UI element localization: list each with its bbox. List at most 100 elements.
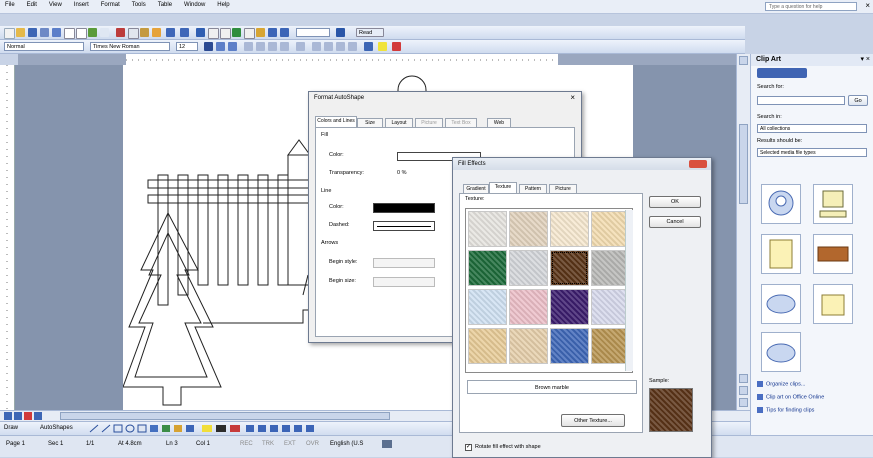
font-color-icon[interactable]: [392, 42, 401, 51]
line-color-picker[interactable]: [373, 203, 435, 213]
status-trk[interactable]: TRK: [262, 441, 274, 447]
outside-border-icon[interactable]: [364, 42, 373, 51]
hyperlink-icon[interactable]: [196, 28, 205, 37]
clip-result-person[interactable]: [761, 184, 801, 224]
align-center-icon[interactable]: [256, 42, 265, 51]
next-page-icon[interactable]: [739, 398, 748, 407]
help-icon[interactable]: [336, 28, 345, 37]
show-hide-icon[interactable]: [280, 28, 289, 37]
draw-menu[interactable]: Draw: [4, 425, 18, 431]
status-rec[interactable]: REC: [240, 441, 253, 447]
line-spacing-icon[interactable]: [296, 42, 305, 51]
font-size-combo[interactable]: 12: [176, 42, 198, 51]
tab-web[interactable]: Web: [487, 118, 511, 127]
rotate-fill-checkbox[interactable]: ✓: [465, 444, 472, 451]
cut-icon[interactable]: [116, 28, 125, 37]
texture-swatch[interactable]: [509, 328, 548, 364]
menu-window[interactable]: Window: [179, 0, 210, 8]
bullets-icon[interactable]: [324, 42, 333, 51]
transparency-value[interactable]: 0 %: [397, 170, 406, 176]
autoshapes-menu[interactable]: AutoShapes: [40, 425, 73, 431]
format-dialog-close-icon[interactable]: ×: [570, 93, 575, 102]
texture-swatch[interactable]: [509, 250, 548, 286]
texture-swatch[interactable]: [509, 289, 548, 325]
document-map-icon[interactable]: [268, 28, 277, 37]
drawing-icon[interactable]: [256, 28, 265, 37]
scroll-up-icon[interactable]: [739, 56, 748, 65]
search-in-select[interactable]: All collections: [757, 124, 867, 133]
paste-icon[interactable]: [140, 28, 149, 37]
menu-view[interactable]: View: [44, 0, 67, 8]
menu-help[interactable]: Help: [212, 0, 234, 8]
increase-indent-icon[interactable]: [348, 42, 357, 51]
scroll-thumb[interactable]: [739, 124, 748, 204]
close-doc-icon[interactable]: ×: [865, 1, 870, 10]
clip-result-frame[interactable]: [813, 284, 853, 324]
research-icon[interactable]: [100, 28, 109, 37]
underline-icon[interactable]: [228, 42, 237, 51]
texture-swatch[interactable]: [468, 328, 507, 364]
organize-clips-link[interactable]: Organize clips...: [757, 381, 805, 387]
status-ovr[interactable]: OVR: [306, 441, 319, 447]
texture-swatch[interactable]: [550, 328, 589, 364]
ok-button[interactable]: OK: [649, 196, 701, 208]
tips-link[interactable]: Tips for finding clips: [757, 407, 814, 413]
tab-texture[interactable]: Texture: [489, 182, 517, 193]
print-icon[interactable]: [64, 28, 75, 39]
tab-text-box[interactable]: Text Box: [445, 118, 477, 127]
print-preview-icon[interactable]: [76, 28, 87, 39]
outline-view-icon[interactable]: [34, 412, 42, 420]
redo-icon[interactable]: [180, 28, 189, 37]
prev-page-icon[interactable]: [739, 374, 748, 383]
task-pane-close-icon[interactable]: ▾ ×: [860, 55, 870, 63]
texture-swatch[interactable]: [509, 211, 548, 247]
texture-swatch-selected[interactable]: [550, 250, 589, 286]
texture-swatch[interactable]: [468, 211, 507, 247]
spelling-status-icon[interactable]: [382, 440, 392, 448]
align-left-icon[interactable]: [244, 42, 253, 51]
spelling-icon[interactable]: [88, 28, 97, 37]
help-search-input[interactable]: Type a question for help: [765, 2, 857, 11]
menu-insert[interactable]: Insert: [69, 0, 94, 8]
format-painter-icon[interactable]: [152, 28, 161, 37]
vertical-scrollbar[interactable]: [736, 54, 751, 410]
web-view-icon[interactable]: [14, 412, 22, 420]
print-view-icon[interactable]: [24, 412, 32, 420]
menu-file[interactable]: File: [0, 0, 20, 8]
task-pane-nav-icon[interactable]: [757, 68, 807, 78]
undo-icon[interactable]: [166, 28, 175, 37]
tab-picture[interactable]: Picture: [415, 118, 443, 127]
tab-gradient[interactable]: Gradient: [463, 184, 489, 193]
columns-icon[interactable]: [244, 28, 255, 39]
numbering-icon[interactable]: [312, 42, 321, 51]
hscroll-thumb[interactable]: [60, 412, 390, 420]
save-icon[interactable]: [28, 28, 37, 37]
go-button[interactable]: Go: [848, 95, 868, 106]
decrease-indent-icon[interactable]: [336, 42, 345, 51]
align-right-icon[interactable]: [268, 42, 277, 51]
normal-view-icon[interactable]: [4, 412, 12, 420]
other-texture-button[interactable]: Other Texture...: [561, 414, 625, 427]
vertical-ruler[interactable]: [0, 65, 15, 410]
menu-tools[interactable]: Tools: [127, 0, 151, 8]
tab-pattern[interactable]: Pattern: [519, 184, 547, 193]
tab-size[interactable]: Size: [357, 118, 383, 127]
texture-swatch[interactable]: [468, 289, 507, 325]
texture-swatch[interactable]: [550, 289, 589, 325]
tab-fill-picture[interactable]: Picture: [549, 184, 577, 193]
begin-size-picker[interactable]: [373, 277, 435, 287]
clip-result-desk[interactable]: [761, 332, 801, 372]
email-icon[interactable]: [52, 28, 61, 37]
highlight-icon[interactable]: [378, 42, 387, 51]
select-browse-object-icon[interactable]: [739, 386, 748, 395]
results-select[interactable]: Selected media file types: [757, 148, 867, 157]
texture-scrollbar[interactable]: [625, 210, 633, 371]
style-combo[interactable]: Normal: [4, 42, 84, 51]
new-icon[interactable]: [4, 28, 15, 39]
tab-colors-lines[interactable]: Colors and Lines: [315, 116, 357, 127]
insert-excel-icon[interactable]: [232, 28, 241, 37]
menu-format[interactable]: Format: [96, 0, 125, 8]
permission-icon[interactable]: [40, 28, 49, 37]
font-combo[interactable]: Times New Roman: [90, 42, 170, 51]
texture-swatch[interactable]: [550, 211, 589, 247]
